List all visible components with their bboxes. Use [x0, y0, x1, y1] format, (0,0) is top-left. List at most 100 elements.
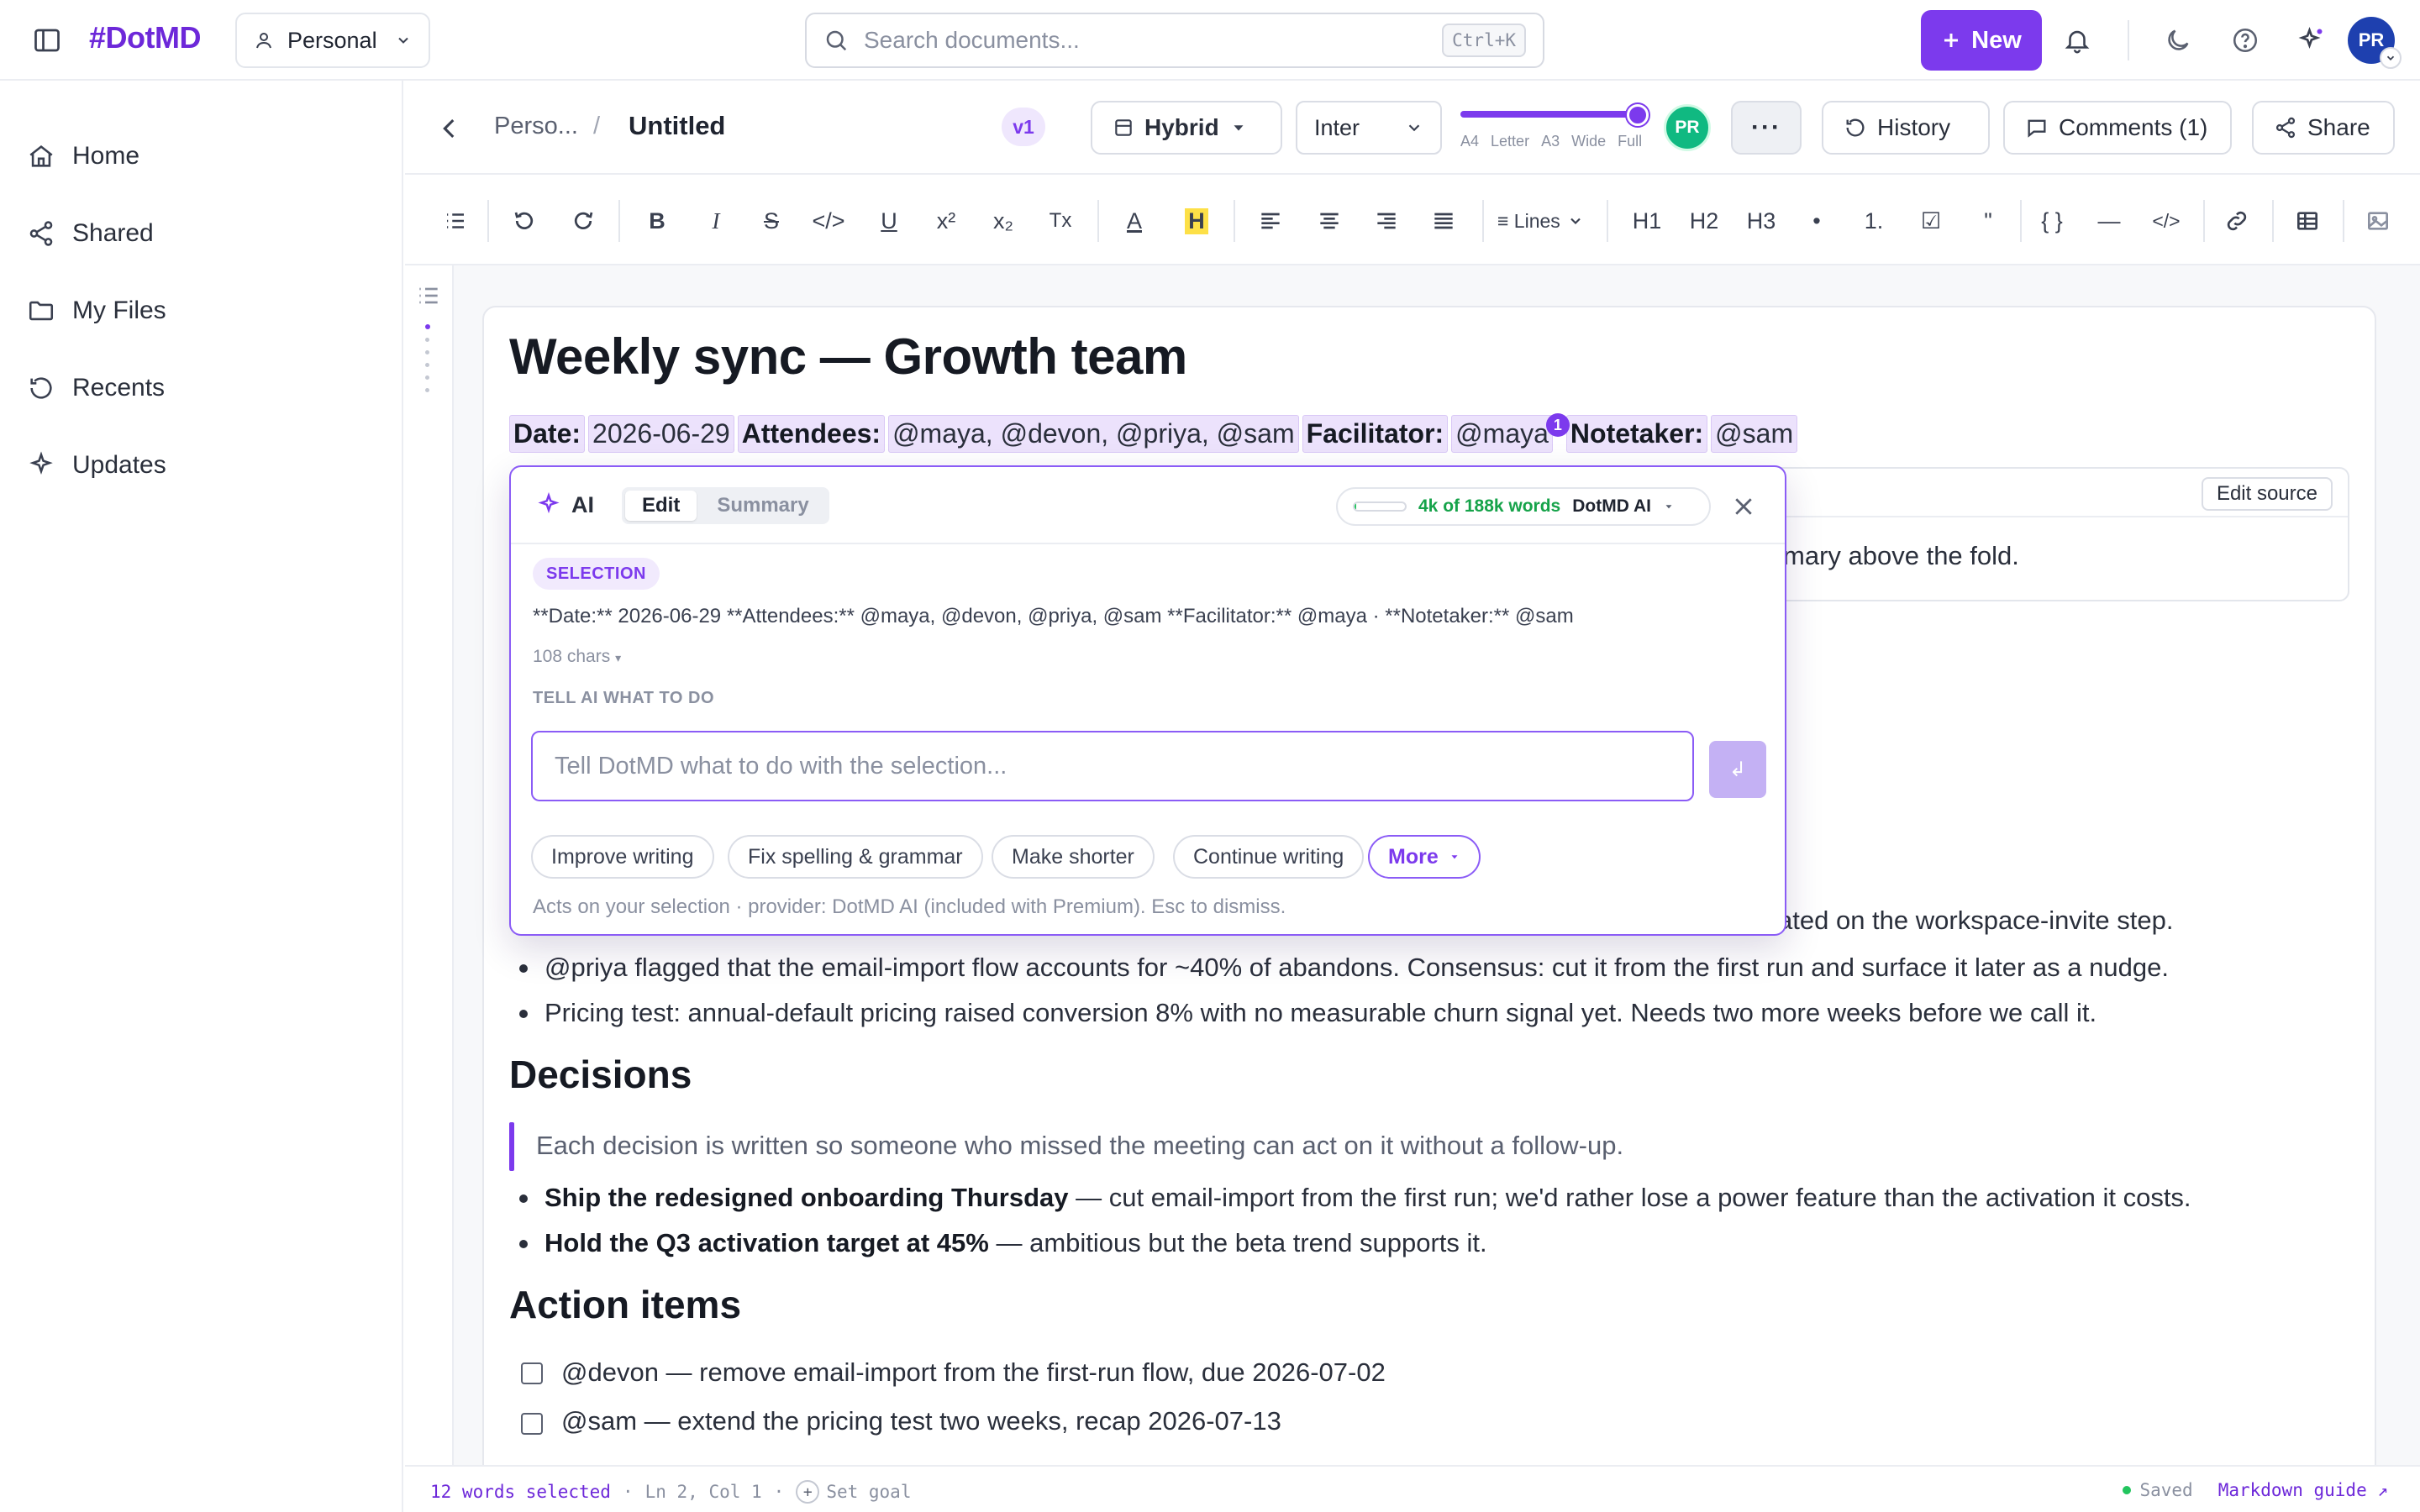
italic-button[interactable]: I	[699, 202, 733, 240]
code-block-button[interactable]: { }	[2035, 202, 2069, 240]
make-shorter-chip[interactable]: Make shorter	[992, 835, 1155, 879]
toolbar-separator	[2020, 200, 2022, 242]
heading-1-button[interactable]: H1	[1630, 202, 1664, 240]
moon-icon[interactable]	[2161, 24, 2195, 57]
horizontal-rule-button[interactable]: —	[2092, 202, 2126, 240]
redo-icon[interactable]	[566, 202, 600, 240]
page-width-slider[interactable]: A4 Letter A3 Wide Full	[1460, 104, 1649, 158]
sparkle-icon	[29, 451, 53, 475]
more-actions-chip[interactable]: More	[1368, 835, 1481, 879]
edit-source-button[interactable]: Edit source	[2201, 477, 2333, 511]
table-icon[interactable]	[2291, 202, 2324, 240]
user-avatar[interactable]: PR	[2348, 17, 2402, 69]
new-document-button[interactable]: New	[1921, 10, 2042, 71]
continue-writing-chip[interactable]: Continue writing	[1173, 835, 1365, 879]
clear-format-button[interactable]: Tx	[1044, 202, 1077, 240]
line-spacing-select[interactable]: ≡ Lines	[1497, 202, 1584, 240]
ordered-list-button[interactable]: 1.	[1857, 202, 1891, 240]
comments-button[interactable]: Comments (1)	[2003, 101, 2232, 155]
sidebar-item-recents[interactable]: Recents	[27, 363, 165, 413]
sidebar-item-shared[interactable]: Shared	[27, 208, 154, 259]
history-icon	[30, 377, 52, 399]
sidebar-toggle-icon[interactable]	[32, 25, 62, 55]
outline-toggle-icon[interactable]	[439, 202, 472, 240]
share-button[interactable]: Share	[2252, 101, 2395, 155]
collaborator-avatar[interactable]: PR	[1664, 104, 1711, 151]
outline-marker[interactable]	[425, 338, 429, 342]
align-justify-icon[interactable]	[1427, 202, 1460, 240]
decisions-heading: Decisions	[509, 1053, 692, 1096]
discussion-item: @priya flagged that the email-import flo…	[544, 953, 2169, 982]
embed-html-button[interactable]: </>	[2149, 202, 2183, 240]
undo-icon[interactable]	[508, 202, 541, 240]
ai-mode-tabs: Edit Summary	[622, 487, 829, 524]
embedded-block-text: mary above the fold.	[1783, 541, 2019, 570]
status-left: 12 words selected · Ln 2, Col 1 · + Set …	[430, 1480, 912, 1504]
align-center-icon[interactable]	[1313, 202, 1346, 240]
ai-submit-button[interactable]: ↲	[1709, 741, 1766, 798]
action-checkbox[interactable]	[521, 1362, 543, 1384]
more-options-button[interactable]: ···	[1731, 101, 1802, 155]
outline-marker[interactable]	[425, 324, 430, 329]
outline-marker[interactable]	[425, 375, 429, 380]
meta-line[interactable]: Date: 2026-06-29 Attendees: @maya, @devo…	[509, 413, 1801, 454]
sidebar-item-home[interactable]: Home	[27, 131, 139, 181]
meta-notetaker-label: Notetaker:	[1565, 414, 1708, 453]
view-mode-select[interactable]: Hybrid	[1091, 101, 1282, 155]
embedded-block[interactable]: Edit source mary above the fold.	[1714, 467, 2349, 601]
help-icon[interactable]	[2228, 24, 2262, 57]
set-goal-button[interactable]: + Set goal	[796, 1480, 911, 1504]
outline-marker[interactable]	[425, 363, 429, 367]
improve-writing-chip[interactable]: Improve writing	[531, 835, 714, 879]
bell-icon[interactable]	[2060, 24, 2094, 57]
superscript-button[interactable]: x²	[929, 202, 963, 240]
bold-button[interactable]: B	[640, 202, 674, 240]
outline-marker[interactable]	[425, 350, 429, 354]
image-icon[interactable]	[2361, 202, 2395, 240]
selection-count[interactable]: 108 chars ▾	[533, 647, 621, 667]
fix-spelling-chip[interactable]: Fix spelling & grammar	[728, 835, 983, 879]
folder-icon	[29, 301, 54, 321]
comment-count-badge[interactable]: 1	[1545, 413, 1570, 437]
version-badge[interactable]: v1	[1002, 108, 1045, 146]
markdown-guide-link[interactable]: Markdown guide ↗	[2218, 1480, 2388, 1500]
highlight-button[interactable]: H	[1180, 202, 1213, 240]
sidebar-item-updates[interactable]: Updates	[27, 440, 166, 491]
breadcrumb-parent[interactable]: Perso...	[494, 113, 578, 140]
underline-button[interactable]: U	[872, 202, 906, 240]
save-status: Saved	[2123, 1480, 2193, 1500]
subscript-button[interactable]: x₂	[986, 202, 1020, 240]
toolbar-separator	[1607, 200, 1608, 242]
sidebar-item-my-files[interactable]: My Files	[27, 286, 166, 336]
outline-marker[interactable]	[425, 388, 429, 392]
heading-3-button[interactable]: H3	[1744, 202, 1778, 240]
search-input[interactable]: Search documents... Ctrl+K	[805, 13, 1544, 68]
task-list-button[interactable]: ☑	[1914, 202, 1948, 240]
ai-instruction-input[interactable]: Tell DotMD what to do with the selection…	[531, 731, 1694, 801]
quote-button[interactable]: "	[1971, 202, 2005, 240]
heading-2-button[interactable]: H2	[1687, 202, 1721, 240]
bullet-list-button[interactable]: •	[1800, 202, 1833, 240]
tab-summary[interactable]: Summary	[700, 491, 825, 521]
document-heading[interactable]: Weekly sync — Growth team	[509, 328, 1187, 386]
text-color-button[interactable]: A	[1118, 202, 1151, 240]
app-logo[interactable]: #DotMD	[89, 20, 202, 55]
align-right-icon[interactable]	[1370, 202, 1403, 240]
ai-usage-meter[interactable]: 4k of 188k words DotMD AI	[1336, 487, 1711, 526]
document-title[interactable]: Untitled	[629, 111, 725, 141]
history-button[interactable]: History	[1822, 101, 1990, 155]
font-select[interactable]: Inter	[1296, 101, 1442, 155]
link-icon[interactable]	[2220, 202, 2254, 240]
discussion-item-partial: ated on the workspace-invite step.	[1778, 906, 2174, 935]
workspace-switcher[interactable]: Personal	[235, 13, 430, 68]
inline-code-button[interactable]: </>	[812, 202, 845, 240]
align-left-icon[interactable]	[1254, 202, 1287, 240]
outline-icon[interactable]	[415, 282, 442, 313]
action-checkbox[interactable]	[521, 1413, 543, 1435]
close-icon[interactable]	[1731, 494, 1756, 519]
slider-thumb[interactable]	[1627, 104, 1649, 126]
ai-sparkle-icon[interactable]	[2294, 24, 2328, 57]
tab-edit[interactable]: Edit	[625, 491, 697, 521]
strikethrough-button[interactable]: S	[755, 202, 788, 240]
back-chevron-icon[interactable]	[435, 114, 464, 143]
